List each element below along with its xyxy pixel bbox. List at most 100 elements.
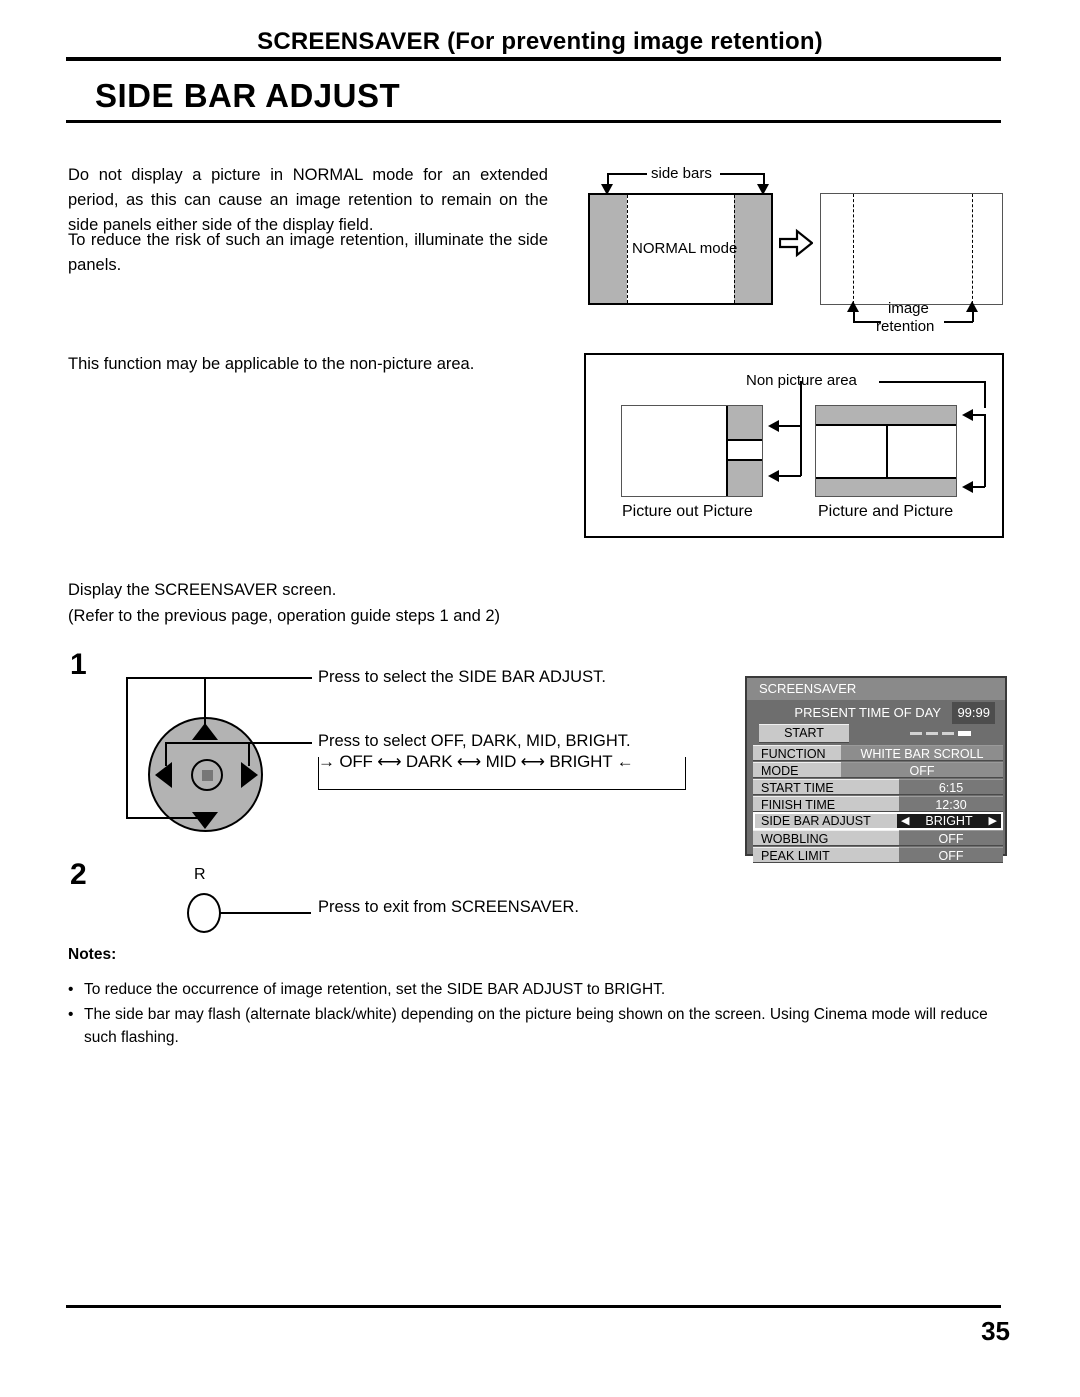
npa-leader-top <box>879 381 985 383</box>
osd-value-finish-time[interactable]: 12:30 <box>899 796 1003 812</box>
side-bars-arrow-left-icon <box>601 184 613 195</box>
pop-leader-bottom <box>779 475 801 477</box>
note-bullet: • <box>68 981 74 998</box>
page-number: 35 <box>981 1316 1010 1346</box>
non-picture-note: This function may be applicable to the n… <box>68 355 475 373</box>
osd-row-mode[interactable]: MODE OFF <box>753 762 1003 778</box>
pop-grey-top <box>727 406 762 439</box>
return-button-label: R <box>194 866 206 883</box>
side-bars-leader-left <box>607 173 647 175</box>
chevron-left-icon[interactable]: ◀ <box>901 814 909 828</box>
osd-row-peak-limit[interactable]: PEAK LIMIT OFF <box>753 847 1003 863</box>
note-item-1-text: To reduce the occurrence of image retent… <box>84 981 666 998</box>
osd-label-side-bar-adjust: SIDE BAR ADJUST <box>761 814 871 828</box>
display-instruction-line2: (Refer to the previous page, operation g… <box>68 607 501 625</box>
pap-grey-bottom <box>816 478 956 496</box>
osd-row-function[interactable]: FUNCTION WHITE BAR SCROLL <box>753 745 1003 761</box>
osd-start-button[interactable]: START <box>759 724 849 743</box>
step-1-cycle-box <box>318 757 686 790</box>
joystick-left-arrow-icon[interactable] <box>155 762 172 788</box>
osd-label-function: FUNCTION <box>753 745 841 761</box>
retention-panel <box>820 193 1003 305</box>
osd-present-time-label: PRESENT TIME OF DAY <box>794 705 941 720</box>
side-bars-label: side bars <box>651 165 712 182</box>
intro-paragraph-1: Do not display a picture in NORMAL mode … <box>68 166 548 234</box>
section-title: SCREENSAVER (For preventing image retent… <box>257 28 823 55</box>
osd-label-mode: MODE <box>753 762 841 778</box>
left-side-bar-dash <box>627 195 628 303</box>
pop-divider-top <box>727 439 762 441</box>
osd-present-time-value: 99:99 <box>952 702 995 724</box>
side-bars-arrow-right-icon <box>757 184 769 195</box>
callout2-leader <box>165 742 312 744</box>
step-1-number: 1 <box>70 648 87 681</box>
pap-grey-top <box>816 406 956 424</box>
right-arrow-outline-icon <box>779 228 813 258</box>
page-title: SIDE BAR ADJUST <box>95 77 401 114</box>
osd-row-wobbling[interactable]: WOBBLING OFF <box>753 830 1003 846</box>
osd-label-start-time: START TIME <box>753 779 899 795</box>
chevron-right-icon[interactable]: ▶ <box>989 814 997 828</box>
osd-value-function[interactable]: WHITE BAR SCROLL <box>841 745 1003 761</box>
osd-value-wobbling[interactable]: OFF <box>899 830 1003 846</box>
notes-heading: Notes: <box>68 946 117 963</box>
pap-arrow-top-icon <box>962 409 973 421</box>
footer-rule <box>66 1305 1001 1308</box>
header-rule <box>66 57 1001 61</box>
pop-arrow-bottom-icon <box>768 470 779 482</box>
npa-leader-right-down <box>984 381 986 408</box>
retention-left-dash <box>853 194 854 304</box>
pap-leader-vertical <box>984 414 986 487</box>
display-instruction: Display the SCREENSAVER screen. (Refer t… <box>68 577 688 629</box>
osd-label-finish-time: FINISH TIME <box>753 796 899 812</box>
pop-divider <box>726 406 728 496</box>
osd-value-side-bar-adjust[interactable]: ◀ BRIGHT ▶ <box>897 814 1001 828</box>
pap-line-bottom <box>816 477 956 479</box>
osd-progress-dashes <box>910 730 972 736</box>
note-item-2: • The side bar may flash (alternate blac… <box>68 1003 1008 1049</box>
pop-divider-bottom <box>727 459 762 461</box>
osd-value-peak-limit[interactable]: OFF <box>899 847 1003 863</box>
image-retention-label-line2: retention <box>876 318 935 335</box>
joystick-down-arrow-icon[interactable] <box>192 812 218 829</box>
return-button[interactable] <box>187 893 221 933</box>
osd-label-peak-limit: PEAK LIMIT <box>753 847 899 863</box>
caption-picture-and-picture: Picture and Picture <box>818 503 954 520</box>
npa-leader-left-down <box>800 381 802 426</box>
title-rule <box>66 120 1001 123</box>
retention-leader-right <box>944 321 973 323</box>
caption-picture-out-picture: Picture out Picture <box>622 503 753 520</box>
step-2-callout-1: Press to exit from SCREENSAVER. <box>318 898 580 916</box>
step-1-callout-2: Press to select OFF, DARK, MID, BRIGHT. <box>318 732 631 750</box>
pop-grey-bottom <box>727 460 762 496</box>
step-2-leader <box>219 912 311 914</box>
document-page: SCREENSAVER (For preventing image retent… <box>0 0 1080 1397</box>
pap-arrow-bottom-icon <box>962 481 973 493</box>
callout2-leader-right-down <box>248 742 250 766</box>
osd-label-wobbling: WOBBLING <box>753 830 899 846</box>
osd-value-start-time[interactable]: 6:15 <box>899 779 1003 795</box>
pap-center-divider <box>886 424 888 477</box>
retention-right-dash <box>972 194 973 304</box>
callout1-leader-down <box>204 677 206 725</box>
callout2-leader-left-down <box>165 742 167 766</box>
osd-value-side-bar-adjust-text: BRIGHT <box>925 814 973 828</box>
osd-row-finish-time[interactable]: FINISH TIME 12:30 <box>753 796 1003 812</box>
image-retention-label-line1: image <box>888 300 929 317</box>
callout1-leader-left-vertical <box>126 677 128 819</box>
osd-present-time: PRESENT TIME OF DAY 99:99 <box>747 702 1005 724</box>
osd-value-mode[interactable]: OFF <box>841 762 1003 778</box>
joystick-up-arrow-icon[interactable] <box>192 723 218 740</box>
display-instruction-line1: Display the SCREENSAVER screen. <box>68 581 337 599</box>
osd-screensaver-menu[interactable]: SCREENSAVER PRESENT TIME OF DAY 99:99 ST… <box>745 676 1007 863</box>
osd-row-start-time[interactable]: START TIME 6:15 <box>753 779 1003 795</box>
callout1-leader-top <box>126 677 312 679</box>
side-bars-leader-right <box>720 173 765 175</box>
joystick-enter-button[interactable] <box>191 759 223 791</box>
note-bullet: • <box>68 1006 74 1023</box>
osd-row-side-bar-adjust[interactable]: SIDE BAR ADJUST ◀ BRIGHT ▶ <box>753 812 1003 830</box>
pop-arrow-top-icon <box>768 420 779 432</box>
pop-leader-vertical <box>800 425 802 476</box>
note-item-2-text: The side bar may flash (alternate black/… <box>84 1006 988 1046</box>
callout1-leader-bottom <box>126 817 206 819</box>
